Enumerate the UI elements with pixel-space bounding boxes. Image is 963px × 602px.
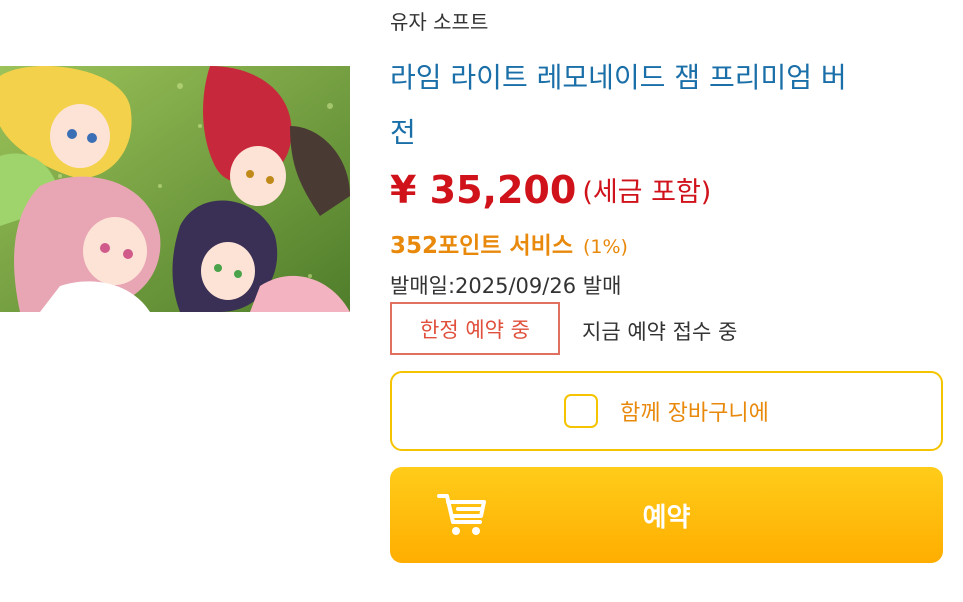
add-together-button[interactable]: 함께 장바구니에 [390,371,943,451]
reserve-label: 예약 [642,502,691,533]
product-detail: 유자 소프트 라임 라이트 레모네이드 잼 프리미엄 버 전 ¥ 35,200(… [0,0,963,602]
product-title-line: 라임 라이트 레모네이드 잼 프리미엄 버 [390,61,847,94]
maker-link[interactable]: 유자 소프트 [390,6,488,35]
price-row: ¥ 35,200 (세금 포함) [390,168,711,212]
points-row: 352포인트 서비스 (1%) [390,226,628,260]
tax-note: (세금 포함) [582,177,712,208]
add-together-label: 함께 장바구니에 [620,401,769,426]
status-note: 지금 예약 접수 중 [582,320,738,344]
checkbox-icon[interactable] [564,394,599,428]
price: ¥ 35,200 [390,168,577,212]
points: 352포인트 서비스 [390,233,573,259]
cart-icon [437,494,486,535]
product-title-line: 전 [390,116,416,149]
reserve-button[interactable]: 예약 [390,467,943,563]
release-date: 발매일:2025/09/26 발매 [390,274,622,298]
points-rate: (1%) [582,236,628,258]
status-badge: 한정 예약 중 [390,302,560,355]
product-title: 라임 라이트 레모네이드 잼 프리미엄 버 전 [390,50,950,160]
product-image[interactable] [0,66,350,312]
